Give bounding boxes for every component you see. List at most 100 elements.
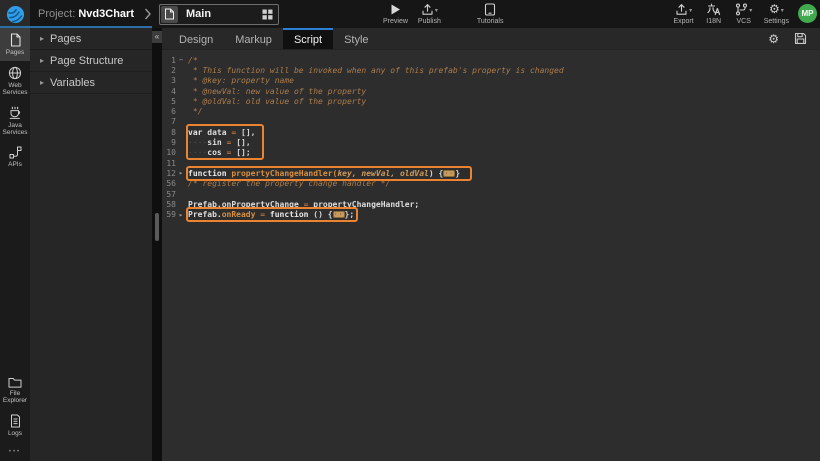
line-number: 2 bbox=[162, 66, 176, 75]
code-line[interactable]: 57 bbox=[162, 189, 820, 199]
panel-section-pages[interactable]: ▸ Pages bbox=[30, 28, 152, 50]
topbar: Project: Nvd3Chart Main bbox=[0, 0, 820, 28]
logs-icon bbox=[9, 414, 22, 428]
code-text: * This function will be invoked when any… bbox=[186, 66, 564, 75]
code-line[interactable]: 1−/* bbox=[162, 55, 820, 65]
preview-button[interactable]: Preview bbox=[378, 0, 413, 28]
line-number: 4 bbox=[162, 87, 176, 96]
code-line[interactable]: 5 * @oldVal: old value of the property bbox=[162, 96, 820, 106]
left-icon-rail: Pages Web Services Java Services bbox=[0, 28, 30, 461]
line-number: 8 bbox=[162, 128, 176, 137]
code-line[interactable]: 2 * This function will be invoked when a… bbox=[162, 65, 820, 75]
line-number: 12 bbox=[162, 169, 176, 178]
folded-code-placeholder-icon[interactable]: ·· bbox=[333, 211, 345, 218]
code-line[interactable]: 8 var data = [], bbox=[162, 127, 820, 137]
web-services-icon bbox=[8, 66, 22, 80]
settings-button[interactable]: ⚙ ▾ Settings bbox=[759, 0, 794, 28]
code-line[interactable]: 59▸Prefab.onReady = function () {··}; bbox=[162, 209, 820, 219]
code-editor[interactable]: 1−/*2 * This function will be invoked wh… bbox=[162, 50, 820, 461]
line-number: 58 bbox=[162, 200, 176, 209]
line-number: 10 bbox=[162, 148, 176, 157]
code-text: var data = [], bbox=[186, 128, 255, 137]
code-line[interactable]: 4 * @newVal: new value of the property bbox=[162, 86, 820, 96]
vcs-branch-icon bbox=[735, 3, 748, 16]
active-section-accent bbox=[0, 26, 152, 28]
i18n-button[interactable]: I18N bbox=[699, 0, 729, 28]
code-line[interactable]: 56 /* register the property change handle… bbox=[162, 179, 820, 189]
rail-item-apis[interactable]: APIs bbox=[0, 141, 30, 173]
code-text: /* register the property change handler … bbox=[186, 179, 390, 188]
line-number: 56 bbox=[162, 179, 176, 188]
line-number: 1 bbox=[162, 56, 176, 65]
page-selector-dropdown[interactable]: Main bbox=[159, 4, 279, 25]
code-line[interactable]: 10····cos = []; bbox=[162, 148, 820, 158]
panel-section-variables[interactable]: ▸ Variables bbox=[30, 72, 152, 94]
fold-open-icon[interactable]: − bbox=[176, 56, 186, 64]
code-text: function propertyChangeHandler(key, newV… bbox=[186, 169, 460, 178]
tab-design[interactable]: Design bbox=[168, 28, 224, 49]
i18n-icon bbox=[707, 3, 721, 16]
panel-resizer-strip[interactable]: « bbox=[152, 28, 162, 461]
line-number: 57 bbox=[162, 190, 176, 199]
code-line[interactable]: 11 bbox=[162, 158, 820, 168]
preview-label: Preview bbox=[383, 18, 408, 25]
fold-collapsed-icon[interactable]: ▸ bbox=[176, 211, 186, 219]
line-number: 59 bbox=[162, 210, 176, 219]
tutorials-label: Tutorials bbox=[477, 18, 504, 25]
code-line[interactable]: 58Prefab.onPropertyChange = propertyChan… bbox=[162, 199, 820, 209]
gear-icon: ⚙ bbox=[769, 3, 780, 15]
line-number: 5 bbox=[162, 97, 176, 106]
chevron-right-icon: ▸ bbox=[40, 56, 50, 65]
collapse-panel-button[interactable]: « bbox=[152, 31, 162, 43]
chevron-down-icon: ▾ bbox=[435, 7, 438, 14]
topbar-actions-right: ▾ Export I18N bbox=[668, 0, 794, 28]
export-icon bbox=[675, 3, 688, 16]
java-services-icon bbox=[8, 106, 22, 120]
rail-item-java-services[interactable]: Java Services bbox=[0, 101, 30, 141]
code-line[interactable]: 7 bbox=[162, 117, 820, 127]
editor-toolbar-icons: ⚙ bbox=[768, 28, 807, 49]
tab-markup[interactable]: Markup bbox=[224, 28, 283, 49]
script-settings-gear-icon[interactable]: ⚙ bbox=[768, 33, 779, 45]
tab-script[interactable]: Script bbox=[283, 28, 333, 49]
rail-item-pages[interactable]: Pages bbox=[0, 28, 30, 61]
code-line[interactable]: 6 */ bbox=[162, 106, 820, 116]
more-options-button[interactable]: ••• bbox=[0, 449, 30, 455]
fold-collapsed-icon[interactable]: ▸ bbox=[176, 169, 186, 177]
code-line[interactable]: 12▸function propertyChangeHandler(key, n… bbox=[162, 168, 820, 178]
code-text: * @key: property name bbox=[186, 76, 294, 85]
chevron-down-icon: ▾ bbox=[689, 7, 692, 14]
panel-scrollbar-thumb[interactable] bbox=[155, 213, 159, 241]
chevron-right-icon: ▸ bbox=[40, 34, 50, 43]
tutorials-button[interactable]: Tutorials bbox=[472, 0, 509, 28]
rail-item-file-explorer[interactable]: File Explorer bbox=[0, 371, 30, 409]
play-icon bbox=[390, 3, 401, 16]
code-line[interactable]: 9 ····sin = [], bbox=[162, 137, 820, 147]
publish-label: Publish bbox=[418, 18, 441, 25]
user-avatar[interactable]: MP bbox=[798, 4, 817, 23]
apis-icon bbox=[9, 146, 22, 159]
chevron-down-icon: ▾ bbox=[781, 7, 784, 14]
topbar-actions-left: Preview ▾ Publish bbox=[378, 0, 508, 28]
panel-section-page-structure[interactable]: ▸ Page Structure bbox=[30, 50, 152, 72]
tab-style[interactable]: Style bbox=[333, 28, 379, 49]
wavemaker-logo-icon[interactable] bbox=[0, 0, 30, 28]
code-line[interactable]: 3 * @key: property name bbox=[162, 76, 820, 86]
export-button[interactable]: ▾ Export bbox=[668, 0, 698, 28]
line-number: 11 bbox=[162, 159, 176, 168]
folded-code-placeholder-icon[interactable]: ·· bbox=[443, 170, 455, 177]
publish-icon bbox=[421, 3, 434, 16]
code-text: ····sin = [], bbox=[186, 138, 251, 147]
code-lines: 1−/*2 * This function will be invoked wh… bbox=[162, 55, 820, 220]
rail-item-logs[interactable]: Logs bbox=[0, 409, 30, 442]
rail-label-java-services: Java Services bbox=[0, 122, 30, 137]
pages-icon bbox=[9, 33, 22, 47]
vcs-button[interactable]: ▾ VCS bbox=[729, 0, 759, 28]
code-text: * @oldVal: old value of the property bbox=[186, 97, 366, 106]
code-text: /* bbox=[186, 56, 198, 65]
publish-button[interactable]: ▾ Publish bbox=[413, 0, 446, 28]
rail-item-web-services[interactable]: Web Services bbox=[0, 61, 30, 101]
save-icon[interactable] bbox=[794, 32, 807, 45]
line-number: 9 bbox=[162, 138, 176, 147]
rail-label-file-explorer: File Explorer bbox=[0, 390, 30, 405]
